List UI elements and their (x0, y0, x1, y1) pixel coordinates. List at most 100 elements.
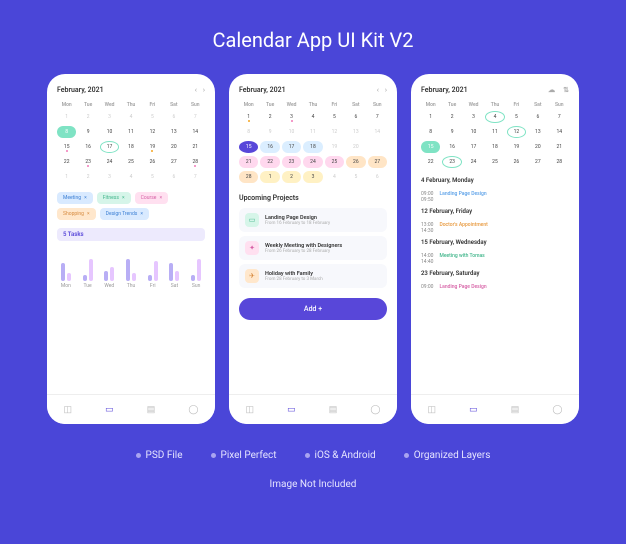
day-cell[interactable]: 13 (346, 126, 365, 138)
day-cell[interactable]: 18 (303, 141, 322, 153)
tab-icon[interactable]: ▤ (511, 405, 520, 415)
day-cell[interactable]: 23 (282, 156, 301, 168)
calendar-grid[interactable]: 1234567891011121314151617181920212223242… (421, 111, 569, 171)
next-month-icon[interactable]: › (385, 86, 387, 94)
day-cell[interactable]: 25 (325, 156, 344, 168)
day-cell[interactable]: 6 (528, 111, 547, 123)
agenda-item[interactable]: 09:00Landing Page Design (421, 284, 569, 290)
project-item[interactable]: ▭Landing Page DesignFrom 16 February to … (239, 208, 387, 232)
day-cell[interactable]: 18 (121, 141, 140, 153)
day-cell[interactable]: 7 (550, 111, 569, 123)
tag[interactable]: Fitness× (97, 192, 131, 204)
day-cell[interactable]: 3 (303, 171, 322, 183)
tab-icon[interactable]: ▤ (147, 405, 156, 415)
day-cell[interactable]: 27 (368, 156, 387, 168)
day-cell[interactable]: 2 (282, 171, 301, 183)
day-cell[interactable]: 10 (464, 126, 483, 138)
day-cell[interactable]: 8 (421, 126, 440, 138)
day-cell[interactable]: 8 (239, 126, 258, 138)
day-cell[interactable]: 17 (282, 141, 301, 153)
day-cell[interactable]: 10 (282, 126, 301, 138)
tag-remove-icon[interactable]: × (140, 211, 143, 217)
cloud-icon[interactable]: ☁ (548, 86, 555, 94)
day-cell[interactable]: 5 (346, 171, 365, 183)
day-cell[interactable]: 2 (260, 111, 279, 123)
day-cell[interactable]: 23 (442, 156, 461, 168)
day-cell[interactable]: 28 (239, 171, 258, 183)
day-cell[interactable]: 9 (442, 126, 461, 138)
day-cell[interactable]: 6 (346, 111, 365, 123)
day-cell[interactable]: 27 (528, 156, 547, 168)
day-cell[interactable]: 17 (100, 141, 119, 153)
day-cell[interactable]: 10 (100, 126, 119, 138)
day-cell[interactable]: 4 (325, 171, 344, 183)
day-cell[interactable]: 20 (164, 141, 183, 153)
tab-icon[interactable]: ◫ (64, 405, 73, 415)
tag-remove-icon[interactable]: × (159, 195, 162, 201)
agenda-item[interactable]: 09:0009:50Landing Page Design (421, 191, 569, 203)
day-cell[interactable]: 22 (57, 156, 76, 168)
calendar-grid[interactable]: 1234567891011121314151617181920212223242… (239, 111, 387, 186)
day-cell[interactable]: 2 (78, 111, 97, 123)
tag-remove-icon[interactable]: × (122, 195, 125, 201)
filter-icon[interactable]: ⇅ (563, 86, 569, 94)
day-cell[interactable]: 11 (485, 126, 504, 138)
day-cell[interactable]: 7 (368, 111, 387, 123)
day-cell[interactable]: 21 (186, 141, 205, 153)
day-cell[interactable]: 24 (303, 156, 322, 168)
day-cell[interactable]: 16 (260, 141, 279, 153)
day-cell[interactable]: 1 (239, 111, 258, 123)
day-cell[interactable]: 8 (57, 126, 76, 138)
day-cell[interactable]: 6 (164, 171, 183, 183)
day-cell[interactable]: 24 (464, 156, 483, 168)
day-cell[interactable]: 16 (78, 141, 97, 153)
tab-icon[interactable]: ◯ (188, 405, 198, 415)
project-item[interactable]: ✈Holiday with FamilyFrom 28 February to … (239, 264, 387, 288)
prev-month-icon[interactable]: ‹ (377, 86, 379, 94)
tag[interactable]: Course× (135, 192, 168, 204)
project-item[interactable]: ✦Weekly Meeting with DesignersFrom 26 Fe… (239, 236, 387, 260)
day-cell[interactable]: 26 (346, 156, 365, 168)
next-month-icon[interactable]: › (203, 86, 205, 94)
day-cell[interactable]: 1 (57, 111, 76, 123)
day-cell[interactable]: 3 (282, 111, 301, 123)
day-cell[interactable]: 12 (507, 126, 526, 138)
tag-remove-icon[interactable]: × (84, 195, 87, 201)
day-cell[interactable]: 15 (239, 141, 258, 153)
tab-icon[interactable]: ◫ (246, 405, 255, 415)
day-cell[interactable]: 13 (528, 126, 547, 138)
day-cell[interactable]: 5 (325, 111, 344, 123)
day-cell[interactable]: 21 (550, 141, 569, 153)
day-cell[interactable]: 23 (78, 156, 97, 168)
day-cell[interactable]: 28 (186, 156, 205, 168)
day-cell[interactable]: 9 (78, 126, 97, 138)
day-cell[interactable]: 11 (121, 126, 140, 138)
day-cell[interactable]: 20 (528, 141, 547, 153)
day-cell[interactable]: 6 (164, 111, 183, 123)
day-cell[interactable]: 1 (260, 171, 279, 183)
day-cell[interactable]: 20 (346, 141, 365, 153)
day-cell[interactable]: 14 (186, 126, 205, 138)
day-cell[interactable]: 6 (368, 171, 387, 183)
day-cell[interactable]: 13 (164, 126, 183, 138)
day-cell[interactable]: 21 (239, 156, 258, 168)
prev-month-icon[interactable]: ‹ (195, 86, 197, 94)
add-button[interactable]: Add + (239, 298, 387, 320)
tag[interactable]: Shopping× (57, 208, 96, 220)
day-cell[interactable]: 4 (485, 111, 504, 123)
day-cell[interactable]: 7 (186, 171, 205, 183)
day-cell[interactable]: 5 (143, 171, 162, 183)
day-cell[interactable]: 19 (325, 141, 344, 153)
day-cell[interactable]: 5 (143, 111, 162, 123)
day-cell[interactable]: 19 (507, 141, 526, 153)
day-cell[interactable]: 1 (421, 111, 440, 123)
day-cell[interactable]: 5 (507, 111, 526, 123)
day-cell[interactable]: 4 (303, 111, 322, 123)
day-cell[interactable]: 3 (464, 111, 483, 123)
tab-icon[interactable]: ◯ (370, 405, 380, 415)
day-cell[interactable]: 19 (143, 141, 162, 153)
day-cell[interactable]: 14 (368, 126, 387, 138)
day-cell[interactable]: 11 (303, 126, 322, 138)
tab-icon[interactable]: ▭ (469, 405, 478, 415)
day-cell[interactable]: 14 (550, 126, 569, 138)
